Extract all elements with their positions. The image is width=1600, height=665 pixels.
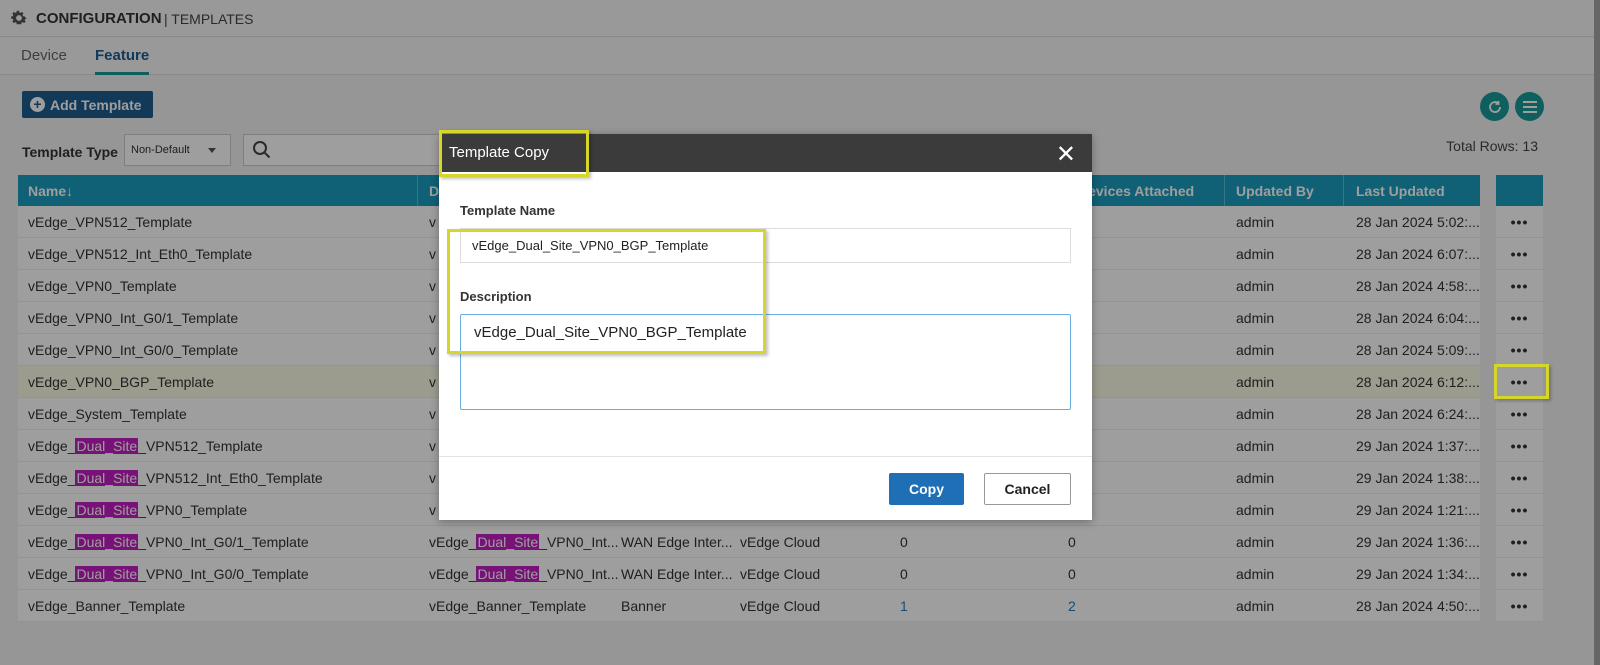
callout-actions-highlight: [1494, 364, 1549, 399]
template-name-label: Template Name: [460, 203, 556, 218]
scrollbar[interactable]: [1594, 0, 1600, 665]
callout-dialog-title: [439, 130, 589, 177]
callout-name-fields: [447, 229, 766, 354]
copy-button[interactable]: Copy: [889, 473, 964, 505]
close-icon[interactable]: ✕: [1056, 140, 1076, 169]
cancel-button[interactable]: Cancel: [984, 473, 1071, 505]
dialog-divider: [439, 456, 1092, 457]
